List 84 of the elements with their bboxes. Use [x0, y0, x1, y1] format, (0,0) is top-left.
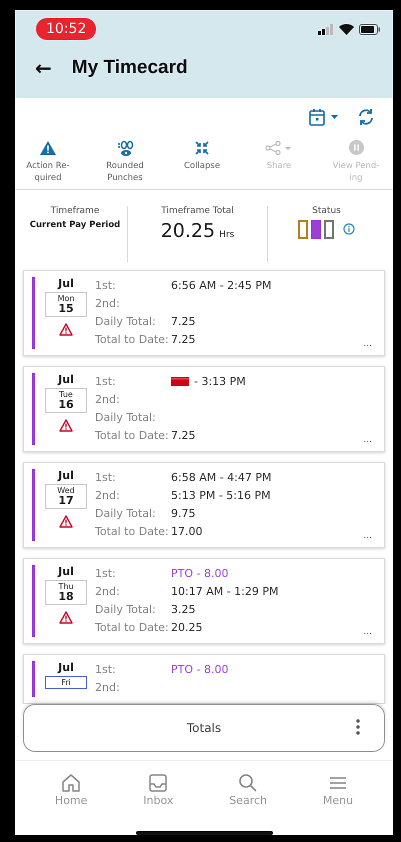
back-button[interactable]: ←: [35, 56, 52, 80]
month-label: Jul: [58, 276, 74, 290]
share-icon: [265, 140, 293, 155]
row-value: 5:13 PM - 5:16 PM: [171, 489, 271, 502]
row-label: 2nd:: [95, 681, 121, 694]
date-box: Thu 18: [45, 580, 87, 605]
warning-icon[interactable]: [59, 322, 73, 336]
row-label: Daily Total:: [95, 507, 157, 520]
warning-icon[interactable]: [59, 418, 73, 432]
totals-bar[interactable]: Totals: [23, 704, 385, 752]
pause-icon: [348, 140, 364, 156]
collapse-icon: [195, 140, 209, 155]
total-hours: 20.25: [160, 220, 216, 242]
row-label: Total to Date:: [95, 333, 170, 346]
row-label: 2nd:: [95, 393, 121, 406]
pto-value: PTO - 8.00: [171, 663, 228, 676]
row-value: 20.25: [171, 621, 202, 634]
row-value: 6:56 AM - 2:45 PM: [171, 279, 272, 292]
row-value: 9.75: [171, 507, 196, 520]
status-label: Status: [312, 206, 341, 216]
pto-value: PTO - 8.00: [171, 567, 228, 580]
info-icon[interactable]: [343, 223, 355, 236]
row-label: 1st:: [95, 375, 117, 388]
row-label: 1st:: [95, 471, 117, 484]
date-box: Tue 16: [45, 388, 87, 413]
row-value: 7.25: [171, 429, 196, 442]
more-vertical-icon[interactable]: [356, 719, 360, 736]
more-button[interactable]: ...: [363, 530, 372, 541]
month-label: Jul: [58, 564, 74, 578]
month-label: Jul: [58, 372, 74, 386]
row-label: 2nd:: [95, 489, 121, 502]
wifi-icon: [339, 24, 354, 34]
row-label: Daily Total:: [95, 411, 157, 424]
warning-icon: [40, 140, 56, 155]
clock-eye-icon: [116, 140, 134, 156]
month-label: Jul: [58, 660, 74, 674]
date-box: Mon 15: [45, 292, 87, 317]
date-box: Wed 17: [45, 484, 87, 509]
row-label: Daily Total:: [95, 315, 157, 328]
calendar-dropdown-icon[interactable]: [309, 108, 339, 126]
row-label: 2nd:: [95, 585, 121, 598]
row-value: 3.25: [171, 603, 196, 616]
day-card[interactable]: Jul Thu 18 1st: PTO - 8.00 2nd: 10:17 AM - 1:29 PM Daily Total: 3.25 Total to Date: 20.25 ...: [23, 558, 385, 644]
page-title: My Timecard: [72, 57, 188, 79]
row-label: 2nd:: [95, 297, 121, 310]
warning-icon[interactable]: [59, 610, 73, 624]
row-value: 7.25: [171, 315, 196, 328]
row-value: - 3:13 PM: [194, 375, 246, 388]
row-label: 1st:: [95, 663, 117, 676]
warning-icon[interactable]: [59, 514, 73, 528]
row-label: Daily Total:: [95, 603, 157, 616]
toolbar-action[interactable]: Rounded Punches: [96, 140, 154, 189]
hours-unit: Hrs: [219, 230, 234, 240]
row-value: 6:58 AM - 4:47 PM: [171, 471, 272, 484]
home-icon: [61, 773, 82, 794]
toolbar-action[interactable]: Collapse: [173, 140, 231, 189]
day-card[interactable]: Jul Tue 16 1st: - 3:13 PM 2nd: Daily Total: Total to Date: 7.25 ...: [23, 366, 385, 452]
status-time: 10:52: [36, 18, 96, 40]
refresh-icon[interactable]: [357, 108, 375, 126]
more-button[interactable]: ...: [363, 434, 372, 445]
day-card[interactable]: Jul Wed 17 1st: 6:58 AM - 4:47 PM 2nd: 5:13 PM - 5:16 PM Daily Total: 9.75 Total to Date: 17.00 ...: [23, 462, 385, 548]
timeframe-value[interactable]: Current Pay Period: [30, 220, 120, 230]
missing-punch-icon[interactable]: [171, 377, 189, 386]
day-card[interactable]: Jul Mon 15 1st: 6:56 AM - 2:45 PM 2nd: Daily Total: 7.25 Total to Date: 7.25 ...: [23, 270, 385, 356]
total-label: Timeframe Total: [161, 206, 234, 216]
row-label: Total to Date:: [95, 621, 170, 634]
row-label: 1st:: [95, 567, 117, 580]
row-label: Total to Date:: [95, 429, 170, 442]
row-label: Total to Date:: [95, 525, 170, 538]
more-button[interactable]: ...: [363, 626, 372, 637]
row-label: 1st:: [95, 279, 117, 292]
battery-icon: [359, 24, 381, 34]
more-button[interactable]: ...: [363, 338, 372, 349]
search-icon: [238, 773, 258, 794]
row-value: 7.25: [171, 333, 196, 346]
date-box: Fri: [45, 676, 87, 689]
timeframe-label: Timeframe: [50, 206, 100, 216]
inbox-icon: [148, 773, 168, 794]
signal-icon: [318, 24, 334, 34]
row-value: 10:17 AM - 1:29 PM: [171, 585, 278, 598]
day-card[interactable]: Jul Fri 1st: PTO - 8.00 2nd:: [23, 654, 385, 704]
row-value: 17.00: [171, 525, 202, 538]
month-label: Jul: [58, 468, 74, 482]
toolbar-action[interactable]: Action Re-quired: [19, 140, 77, 189]
